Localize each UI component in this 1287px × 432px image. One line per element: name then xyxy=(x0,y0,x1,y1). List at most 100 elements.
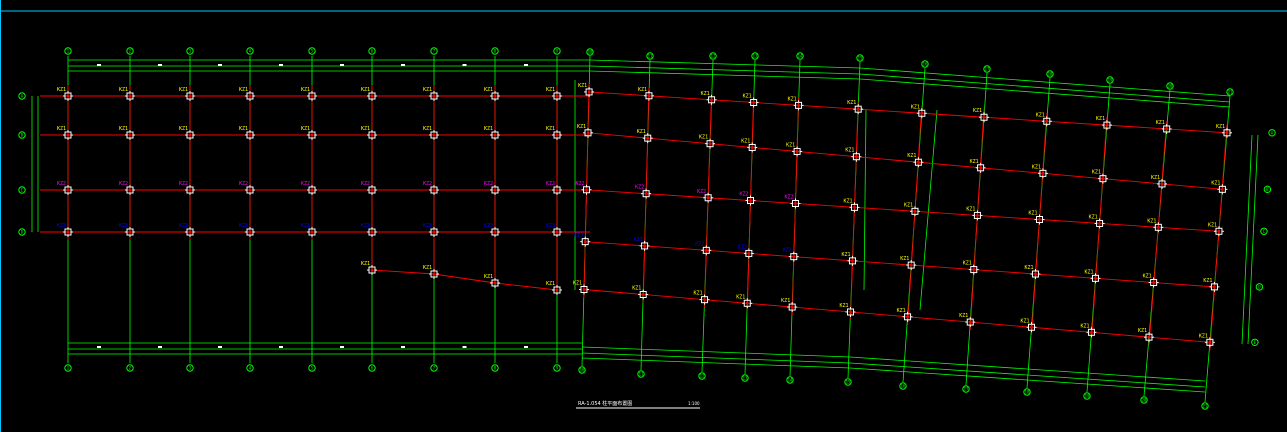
axis-bubble-label: 14 xyxy=(788,378,793,383)
column-core xyxy=(792,255,795,258)
column-tag: KZ1 xyxy=(361,261,370,267)
column-tag: KZ1 xyxy=(907,153,916,159)
column-tag: KZ1 xyxy=(1138,328,1147,334)
dimension-text-mark xyxy=(279,64,283,66)
column-core xyxy=(751,146,754,149)
axis-bubble-top: 17 xyxy=(983,65,991,73)
column-core xyxy=(706,196,710,199)
column-tag: KZ1 xyxy=(1029,210,1038,216)
axis-bubble-top: 8 xyxy=(491,47,499,55)
axis-bubble-bottom: 20 xyxy=(1140,396,1148,404)
column-tag: KZ2 xyxy=(301,181,310,187)
axis-bubble-left: B xyxy=(18,131,26,139)
column-tag: KZ1 xyxy=(1199,333,1208,339)
column-core xyxy=(248,188,252,192)
column-tag: KZ1 xyxy=(423,265,432,271)
column-core xyxy=(1165,127,1168,131)
column-tag: KZ1 xyxy=(699,135,708,141)
column-tag: KZ1 xyxy=(781,298,790,304)
axis-bubble-bottom: 15 xyxy=(844,378,852,386)
column-tag: KZ3 xyxy=(119,223,128,229)
column-core xyxy=(493,281,497,285)
dimension-text-mark xyxy=(97,64,101,66)
column-core xyxy=(703,298,706,301)
column-tag: KZ1 xyxy=(361,126,370,132)
column-core xyxy=(1038,218,1041,221)
column-core xyxy=(248,230,252,234)
axis-bubble-label: 20 xyxy=(1142,398,1147,403)
column-tag: KZ1 xyxy=(1211,180,1220,186)
column-core xyxy=(248,94,252,98)
column-core xyxy=(555,133,559,137)
axis-bubble-label: 16 xyxy=(901,384,906,389)
column-tag: KZ2 xyxy=(784,194,793,200)
column-tag: KZ2 xyxy=(546,181,555,187)
axis-bubble-label: 14 xyxy=(798,54,803,59)
axis-bubble-label: 11 xyxy=(648,54,653,59)
column-core xyxy=(849,310,852,314)
column-core xyxy=(644,192,648,195)
column-core xyxy=(1041,172,1045,175)
axis-bubble-left: C xyxy=(18,186,26,194)
axis-bubble-label: 16 xyxy=(923,62,928,67)
column-tag: KZ1 xyxy=(1089,214,1098,220)
column-core xyxy=(432,188,436,192)
column-core xyxy=(790,305,794,309)
axis-bubble-label: 21 xyxy=(1228,90,1233,95)
column-tag: KZ1 xyxy=(484,274,493,280)
axis-bubble-top: 3 xyxy=(186,47,194,55)
column-tag: KZ1 xyxy=(638,87,647,93)
column-tag: KZ1 xyxy=(841,252,850,258)
axis-bubble-label: 15 xyxy=(858,56,863,61)
column-core xyxy=(979,166,982,169)
column-tag: KZ1 xyxy=(840,303,849,309)
column-tag: KZ3 xyxy=(484,223,493,229)
axis-bubble-bottom: 8 xyxy=(491,364,499,372)
axis-bubble-label: 17 xyxy=(985,67,990,72)
axis-bubble-bottom: 2 xyxy=(126,364,134,372)
dimension-text-mark xyxy=(524,64,528,66)
column-core xyxy=(906,315,909,318)
column-core xyxy=(851,259,854,263)
column-core xyxy=(1160,182,1164,186)
column-core xyxy=(1217,230,1221,233)
column-core xyxy=(1101,177,1105,180)
dimension-text-mark xyxy=(97,346,101,348)
column-tag: KZ3 xyxy=(239,223,248,229)
axis-bubble-top: 19 xyxy=(1106,76,1114,84)
axis-bubble-bottom: 10 xyxy=(578,366,586,374)
column-core xyxy=(1045,120,1048,123)
column-core xyxy=(647,94,651,97)
column-core xyxy=(128,94,132,98)
dimension-text-mark xyxy=(462,64,467,66)
column-core xyxy=(555,188,559,192)
column-tag: KZ2 xyxy=(119,181,128,187)
column-core xyxy=(855,155,858,158)
column-core xyxy=(643,244,646,248)
cad-drawing-canvas: KZ1 KZ1 KZ1 KZ1 KZ1 KZ1 KZ1 KZ1 KZ1 KZ1 KZ1 KZ1 KZ1 K… xyxy=(0,0,1287,432)
axis-bubble-top: 5 xyxy=(308,47,316,55)
axis-bubble-label: 13 xyxy=(753,54,758,59)
column-core xyxy=(749,199,752,202)
column-core xyxy=(920,112,924,115)
column-tag: KZ1 xyxy=(1080,323,1089,329)
column-tag: KZ1 xyxy=(423,126,432,132)
column-tag: KZ1 xyxy=(904,202,913,208)
column-core xyxy=(646,136,649,140)
axis-bubble-bottom: 7 xyxy=(430,364,438,372)
axis-bubble-bottom: 12 xyxy=(698,372,706,380)
axis-bubble-label: 12 xyxy=(711,54,716,59)
column-core xyxy=(370,133,374,137)
column-tag: KZ1 xyxy=(694,291,703,297)
column-tag: KZ1 xyxy=(900,256,909,262)
column-core xyxy=(128,133,132,137)
column-core xyxy=(66,133,70,137)
axis-bubble-top: 16 xyxy=(921,60,929,68)
column-core xyxy=(370,94,374,98)
column-core xyxy=(310,230,314,234)
dimension-text-mark xyxy=(340,64,344,66)
column-core xyxy=(582,288,586,291)
column-tag: KZ3 xyxy=(301,223,310,229)
column-core xyxy=(555,230,559,234)
column-tag: KZ1 xyxy=(423,87,432,93)
